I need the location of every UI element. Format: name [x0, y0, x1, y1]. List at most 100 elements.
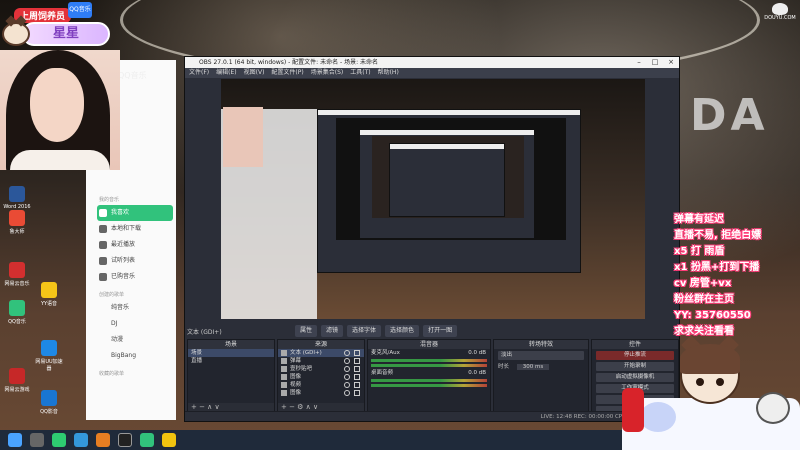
qqmusic-nav-item[interactable]: 已购音乐: [97, 269, 173, 285]
nav-label: 已购音乐: [111, 273, 136, 280]
nested-obs-3: [389, 143, 505, 217]
obs-titlebar[interactable]: OBS 27.0.1 (64 bit, windows) - 配置文件: 未命名…: [185, 57, 679, 68]
obs-taskbar-icon[interactable]: [118, 433, 132, 447]
obs-preview[interactable]: [221, 79, 645, 319]
desktop-icon[interactable]: YY语音: [34, 282, 64, 307]
edge-icon[interactable]: [74, 433, 88, 447]
desktop-icon-label: 鲁大师: [9, 229, 25, 235]
desktop-icon[interactable]: QQ音乐: [2, 300, 32, 325]
fish-icon: [772, 3, 788, 15]
qqmusic-nav-item[interactable]: 试听列表: [97, 253, 173, 269]
lock-icon[interactable]: [354, 382, 360, 388]
menu-item[interactable]: 配置文件(P): [271, 69, 303, 76]
nav-label: 本地和下载: [111, 225, 142, 232]
toolbar-button[interactable]: 选择颜色: [385, 325, 420, 337]
toolbar-button[interactable]: 选择字体: [347, 325, 382, 337]
duration-input[interactable]: 300 ms: [516, 364, 550, 370]
overlay-line: x1 扮黑+打到下播: [674, 262, 760, 273]
maximize-icon[interactable]: □: [647, 57, 663, 68]
eye-icon[interactable]: [344, 374, 350, 380]
qqmusic-taskbar-icon[interactable]: [140, 433, 154, 447]
eye-icon[interactable]: [344, 350, 350, 356]
cat-avatar: [676, 335, 746, 420]
qqmusic-nav-item[interactable]: 我喜欢: [97, 205, 173, 221]
nav-icon: [99, 225, 107, 233]
playlist-item[interactable]: 动漫: [97, 332, 173, 348]
minimize-icon[interactable]: –: [631, 57, 647, 68]
lock-icon[interactable]: [354, 366, 360, 372]
nav-label: 最近播放: [111, 241, 136, 248]
menu-item[interactable]: 工具(T): [350, 69, 370, 76]
toolbar-button[interactable]: 打开一图: [423, 325, 458, 337]
source-item[interactable]: 壹秒贴吧: [278, 365, 364, 373]
menu-item[interactable]: 编辑(E): [216, 69, 236, 76]
playlist-item[interactable]: 纯音乐: [97, 300, 173, 316]
cat-sticker-icon: [756, 392, 790, 424]
eye-icon[interactable]: [344, 358, 350, 364]
source-item[interactable]: 视频: [278, 381, 364, 389]
desktop-icon-label: 网易云音乐: [4, 281, 30, 287]
source-label: 视频: [290, 382, 302, 388]
douyu-logo: DOUYU.COM: [764, 3, 796, 21]
desktop-icon[interactable]: 网易云音乐: [2, 262, 32, 287]
eye-icon[interactable]: [344, 382, 350, 388]
lock-icon[interactable]: [354, 358, 360, 364]
folder-icon[interactable]: [96, 433, 110, 447]
channel-name: 桌面音频: [371, 370, 394, 376]
lock-icon[interactable]: [354, 374, 360, 380]
source-item[interactable]: 图像: [278, 389, 364, 397]
desktop-icon[interactable]: 网易云游戏: [2, 368, 32, 393]
source-label: 图像: [290, 374, 302, 380]
app-icon: [9, 368, 25, 384]
wechat-icon[interactable]: [52, 433, 66, 447]
desktop-icon[interactable]: 鲁大师: [2, 210, 32, 235]
qqmusic-playlists: 纯音乐 DJ 动漫 BigBang: [97, 300, 173, 364]
menu-item[interactable]: 视图(V): [244, 69, 265, 76]
app-icon: [9, 210, 25, 226]
overlay-line: 粉丝群在主页: [674, 294, 734, 305]
eye-icon[interactable]: [344, 390, 350, 396]
scene-item[interactable]: 场景: [188, 349, 274, 357]
overlay-line: YY: 35760550: [674, 310, 751, 321]
cola-bottle-icon: [622, 388, 644, 432]
nav-label: 试听列表: [111, 257, 136, 264]
source-item[interactable]: 图像: [278, 373, 364, 381]
qqmusic-main-items: 我喜欢本地和下载最近播放试听列表已购音乐: [97, 205, 173, 285]
app-icon: [9, 186, 25, 202]
desktop-icon-label: QQ音乐: [8, 319, 26, 325]
lock-icon[interactable]: [354, 350, 360, 356]
playlist-item[interactable]: BigBang: [97, 348, 173, 364]
control-button[interactable]: 停止推流: [596, 351, 674, 360]
windows-start-icon[interactable]: [8, 433, 22, 447]
source-item[interactable]: 文本 (GDI+): [278, 349, 364, 357]
lock-icon[interactable]: [354, 390, 360, 396]
volume-slider[interactable]: [371, 384, 487, 387]
desktop-icon[interactable]: Word 2016: [2, 186, 32, 210]
source-item[interactable]: 弹幕: [278, 357, 364, 365]
scene-item[interactable]: 直播: [188, 357, 274, 365]
control-button[interactable]: 开始录制: [596, 362, 674, 371]
desktop-icon[interactable]: QQ影音: [34, 390, 64, 415]
menu-item[interactable]: 文件(F): [189, 69, 209, 76]
obs-window[interactable]: OBS 27.0.1 (64 bit, windows) - 配置文件: 未命名…: [184, 56, 680, 422]
desktop-icon[interactable]: 网易UU加速器: [34, 340, 64, 372]
qqmusic-nav-item[interactable]: 本地和下载: [97, 221, 173, 237]
playlist-item[interactable]: DJ: [97, 316, 173, 332]
control-button[interactable]: 启动虚拟摄像机: [596, 373, 674, 382]
qq-logo-icon: QQ音乐: [68, 2, 92, 18]
toolbar-button[interactable]: 属性: [295, 325, 318, 337]
badge-name: 星星: [22, 22, 110, 46]
volume-slider[interactable]: [371, 364, 487, 367]
search-icon[interactable]: [30, 433, 44, 447]
controls-title: 控件: [592, 340, 678, 349]
nav-icon: [99, 257, 107, 265]
app-taskbar-icon[interactable]: [162, 433, 176, 447]
source-toolbar: 属性 滤镜 选择字体 选择颜色 打开一图: [295, 325, 458, 337]
close-icon[interactable]: ×: [663, 57, 679, 68]
qqmusic-nav-item[interactable]: 最近播放: [97, 237, 173, 253]
transition-type-select[interactable]: 淡出: [498, 351, 584, 360]
eye-icon[interactable]: [344, 366, 350, 372]
toolbar-button[interactable]: 滤镜: [321, 325, 344, 337]
menu-item[interactable]: 帮助(H): [378, 69, 399, 76]
menu-item[interactable]: 场景集合(S): [311, 69, 344, 76]
